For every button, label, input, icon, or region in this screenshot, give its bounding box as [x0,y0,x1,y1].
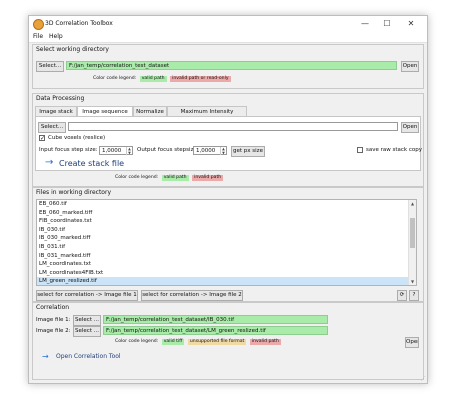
correlation-section: Correlation Image file 1: Select ... F:/… [32,302,424,380]
maximize-button[interactable]: ☐ [378,18,396,30]
open-correlation-file-button[interactable]: Open [405,337,419,348]
working-directory-section: Select working directory Select... F:/ja… [32,44,424,89]
processing-tabs: Image stack Image sequence Normalize Max… [35,106,422,172]
close-button[interactable]: ✕ [402,18,420,30]
tab-max-intensity-projection[interactable]: Maximum Intensity Projection [167,106,247,125]
select-image2-file-button[interactable]: Select ... [73,326,101,337]
output-step-arrows-icon[interactable]: ▲ ▼ [220,147,226,155]
list-item[interactable]: IB_030_marked.tiff [37,234,416,243]
open-directory-button[interactable]: Open [401,61,419,72]
list-item[interactable]: EB_060.tif [37,200,416,209]
save-raw-checkbox[interactable] [357,147,363,153]
window-title: 3D Correlation Toolbox [45,20,113,27]
select-image1-button[interactable]: select for correlation -> Image file 1 [36,290,138,301]
select-image2-button[interactable]: select for correlation -> Image file 2 [141,290,243,301]
working-directory-title: Select working directory [36,46,109,53]
refresh-icon[interactable]: ⟳ [397,290,407,301]
tab-normalize[interactable]: Normalize [133,106,167,116]
output-step-value: 1,0000 [196,148,216,154]
image2-label: Image file 2: [36,328,71,334]
legend-valid-chip: valid path [161,175,189,181]
image1-path-input[interactable]: F:/jan_temp/correlation_test_dataset/IB_… [103,315,328,324]
list-item[interactable]: IB_031.tif [37,243,416,252]
input-step-label: Input focus step size: [39,147,98,153]
open-tool-arrow-icon: → [42,352,49,361]
list-item[interactable]: FIB_coordinates.txt [37,217,416,226]
list-item[interactable]: IB_030.tif [37,226,416,235]
input-step-value: 1,0000 [102,148,122,154]
title-bar: 3D Correlation Toolbox — ☐ ✕ [29,16,427,32]
create-stack-arrow-icon: → [45,157,54,168]
list-item[interactable]: LM_coordinates.txt [37,260,416,269]
working-directory-path-input[interactable]: F:/jan_temp/correlation_test_dataset [66,61,397,70]
correlation-title: Correlation [36,304,70,311]
data-processing-title: Data Processing [36,95,85,102]
output-step-spinbox[interactable]: 1,0000 ▲ ▼ [193,146,227,155]
tab-image-stack[interactable]: Image stack [35,106,77,116]
select-sequence-button[interactable]: Select... [38,122,66,133]
input-step-spinbox[interactable]: 1,0000 ▲ ▼ [99,146,133,155]
list-item-selected[interactable]: LM_green_reslized.tif [37,277,416,285]
cube-voxels-checkbox[interactable]: ✓ [39,135,45,142]
legend-label: Color code legend: [115,175,159,180]
legend-label: Color code legend: [93,76,137,81]
output-step-label: Output focus stepsize: [137,147,199,153]
files-section: Files in working directory EB_060.tif EB… [32,187,424,302]
legend-valid-chip: valid path [139,76,167,82]
correlation-legend: Color code legend: valid tiff unsupporte… [115,338,281,345]
scroll-down-icon[interactable]: ▼ [409,278,416,285]
file-list-scrollbar[interactable]: ▲ ▼ [408,200,416,285]
cube-voxels-label: Cube voxels (reslice) [48,135,106,141]
list-item[interactable]: IB_031_marked.tiff [37,252,416,261]
legend-label: Color code legend: [115,339,159,344]
help-icon[interactable]: ? [409,290,419,301]
main-window: 3D Correlation Toolbox — ☐ ✕ File Help S… [28,15,428,384]
processing-legend: Color code legend: valid path invalid pa… [115,174,224,181]
select-directory-button[interactable]: Select... [36,61,64,72]
legend-invalid-chip: invalid path or read-only [170,76,231,82]
working-directory-legend: Color code legend: valid path invalid pa… [93,75,231,82]
create-stack-button[interactable]: Create stack file [59,159,124,168]
image1-label: Image file 1: [36,317,71,323]
menu-help[interactable]: Help [49,33,63,40]
list-item[interactable]: EB_060_marked.tiff [37,209,416,218]
legend-invalid-chip: invalid path [249,339,281,345]
data-processing-section: Data Processing Image stack Image sequen… [32,93,424,187]
save-raw-label: save raw stack copy [366,147,422,153]
sequence-path-input[interactable] [68,122,398,131]
legend-valid-chip: valid tiff [161,339,185,345]
open-sequence-button[interactable]: Open [401,122,419,133]
menu-bar: File Help [29,32,427,43]
resize-grip-icon[interactable]: ⋰ [421,376,426,382]
scroll-up-icon[interactable]: ▲ [409,200,416,207]
legend-unsupported-chip: unsupported file format [187,339,247,345]
menu-file[interactable]: File [33,33,43,40]
get-px-size-button[interactable]: get px size [231,146,265,157]
files-title: Files in working directory [36,189,111,196]
open-correlation-tool-button[interactable]: Open Correlation Tool [56,353,121,360]
minimize-button[interactable]: — [356,18,374,30]
app-icon [33,19,44,30]
scroll-thumb[interactable] [410,218,415,248]
list-item[interactable]: LM_coordinates4FIB.txt [37,269,416,278]
input-step-arrows-icon[interactable]: ▲ ▼ [126,147,132,155]
file-list[interactable]: EB_060.tif EB_060_marked.tiff FIB_coordi… [36,199,417,286]
image-sequence-pane: Select... Open ✓ Cube voxels (reslice) I… [35,116,422,171]
image2-path-input[interactable]: F:/jan_temp/correlation_test_dataset/LM_… [103,326,328,335]
legend-invalid-chip: invalid path [192,175,224,181]
select-image1-file-button[interactable]: Select ... [73,315,101,326]
